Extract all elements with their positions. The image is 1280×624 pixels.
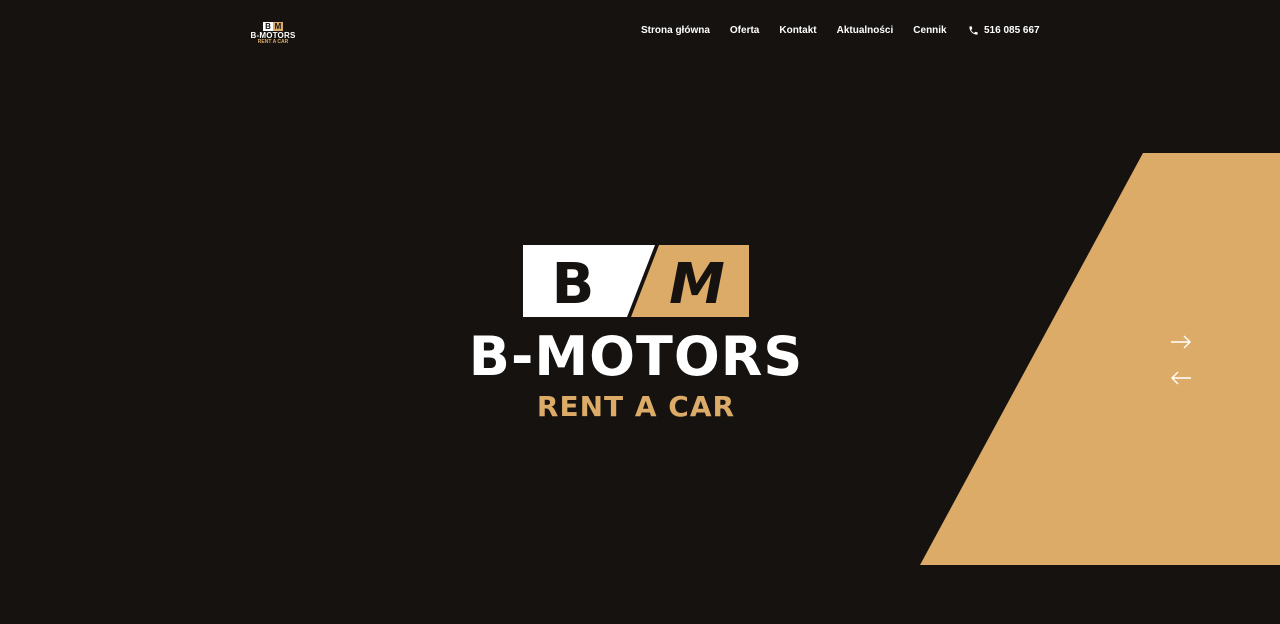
header-logo-mark: B M xyxy=(250,22,296,31)
hero-tagline: RENT A CAR xyxy=(536,390,736,423)
hero-brand-name: B-MOTORS xyxy=(468,325,804,388)
nav-item-news[interactable]: Aktualności xyxy=(837,25,894,36)
nav-item-home[interactable]: Strona główna xyxy=(641,25,710,36)
phone-number: 516 085 667 xyxy=(984,25,1040,36)
nav-item-offer[interactable]: Oferta xyxy=(730,25,759,36)
main-nav: Strona główna Oferta Kontakt Aktualności… xyxy=(641,25,947,36)
nav-item-pricing[interactable]: Cennik xyxy=(913,25,946,36)
header-logo-tagline: RENT A CAR xyxy=(257,39,289,45)
page: B M B-MOTORS RENT A CAR Strona główna Of… xyxy=(0,0,1280,624)
hero-logo-mark-b: B xyxy=(552,252,595,317)
phone-icon xyxy=(969,26,978,35)
arrow-left-icon[interactable] xyxy=(1170,371,1192,385)
site-header: B M B-MOTORS RENT A CAR Strona główna Of… xyxy=(0,0,1280,64)
hero-logo-mark: B M xyxy=(523,245,749,317)
phone-link[interactable]: 516 085 667 xyxy=(968,25,1040,36)
hero-logo: B M B-MOTORS RENT A CAR xyxy=(430,245,842,425)
arrow-right-icon[interactable] xyxy=(1170,335,1192,349)
header-logo-m: M xyxy=(273,22,283,31)
header-logo-b: B xyxy=(263,22,273,31)
header-logo[interactable]: B M B-MOTORS RENT A CAR xyxy=(250,22,296,45)
nav-item-contact[interactable]: Kontakt xyxy=(779,25,816,36)
hero-logo-mark-m: M xyxy=(669,252,725,317)
